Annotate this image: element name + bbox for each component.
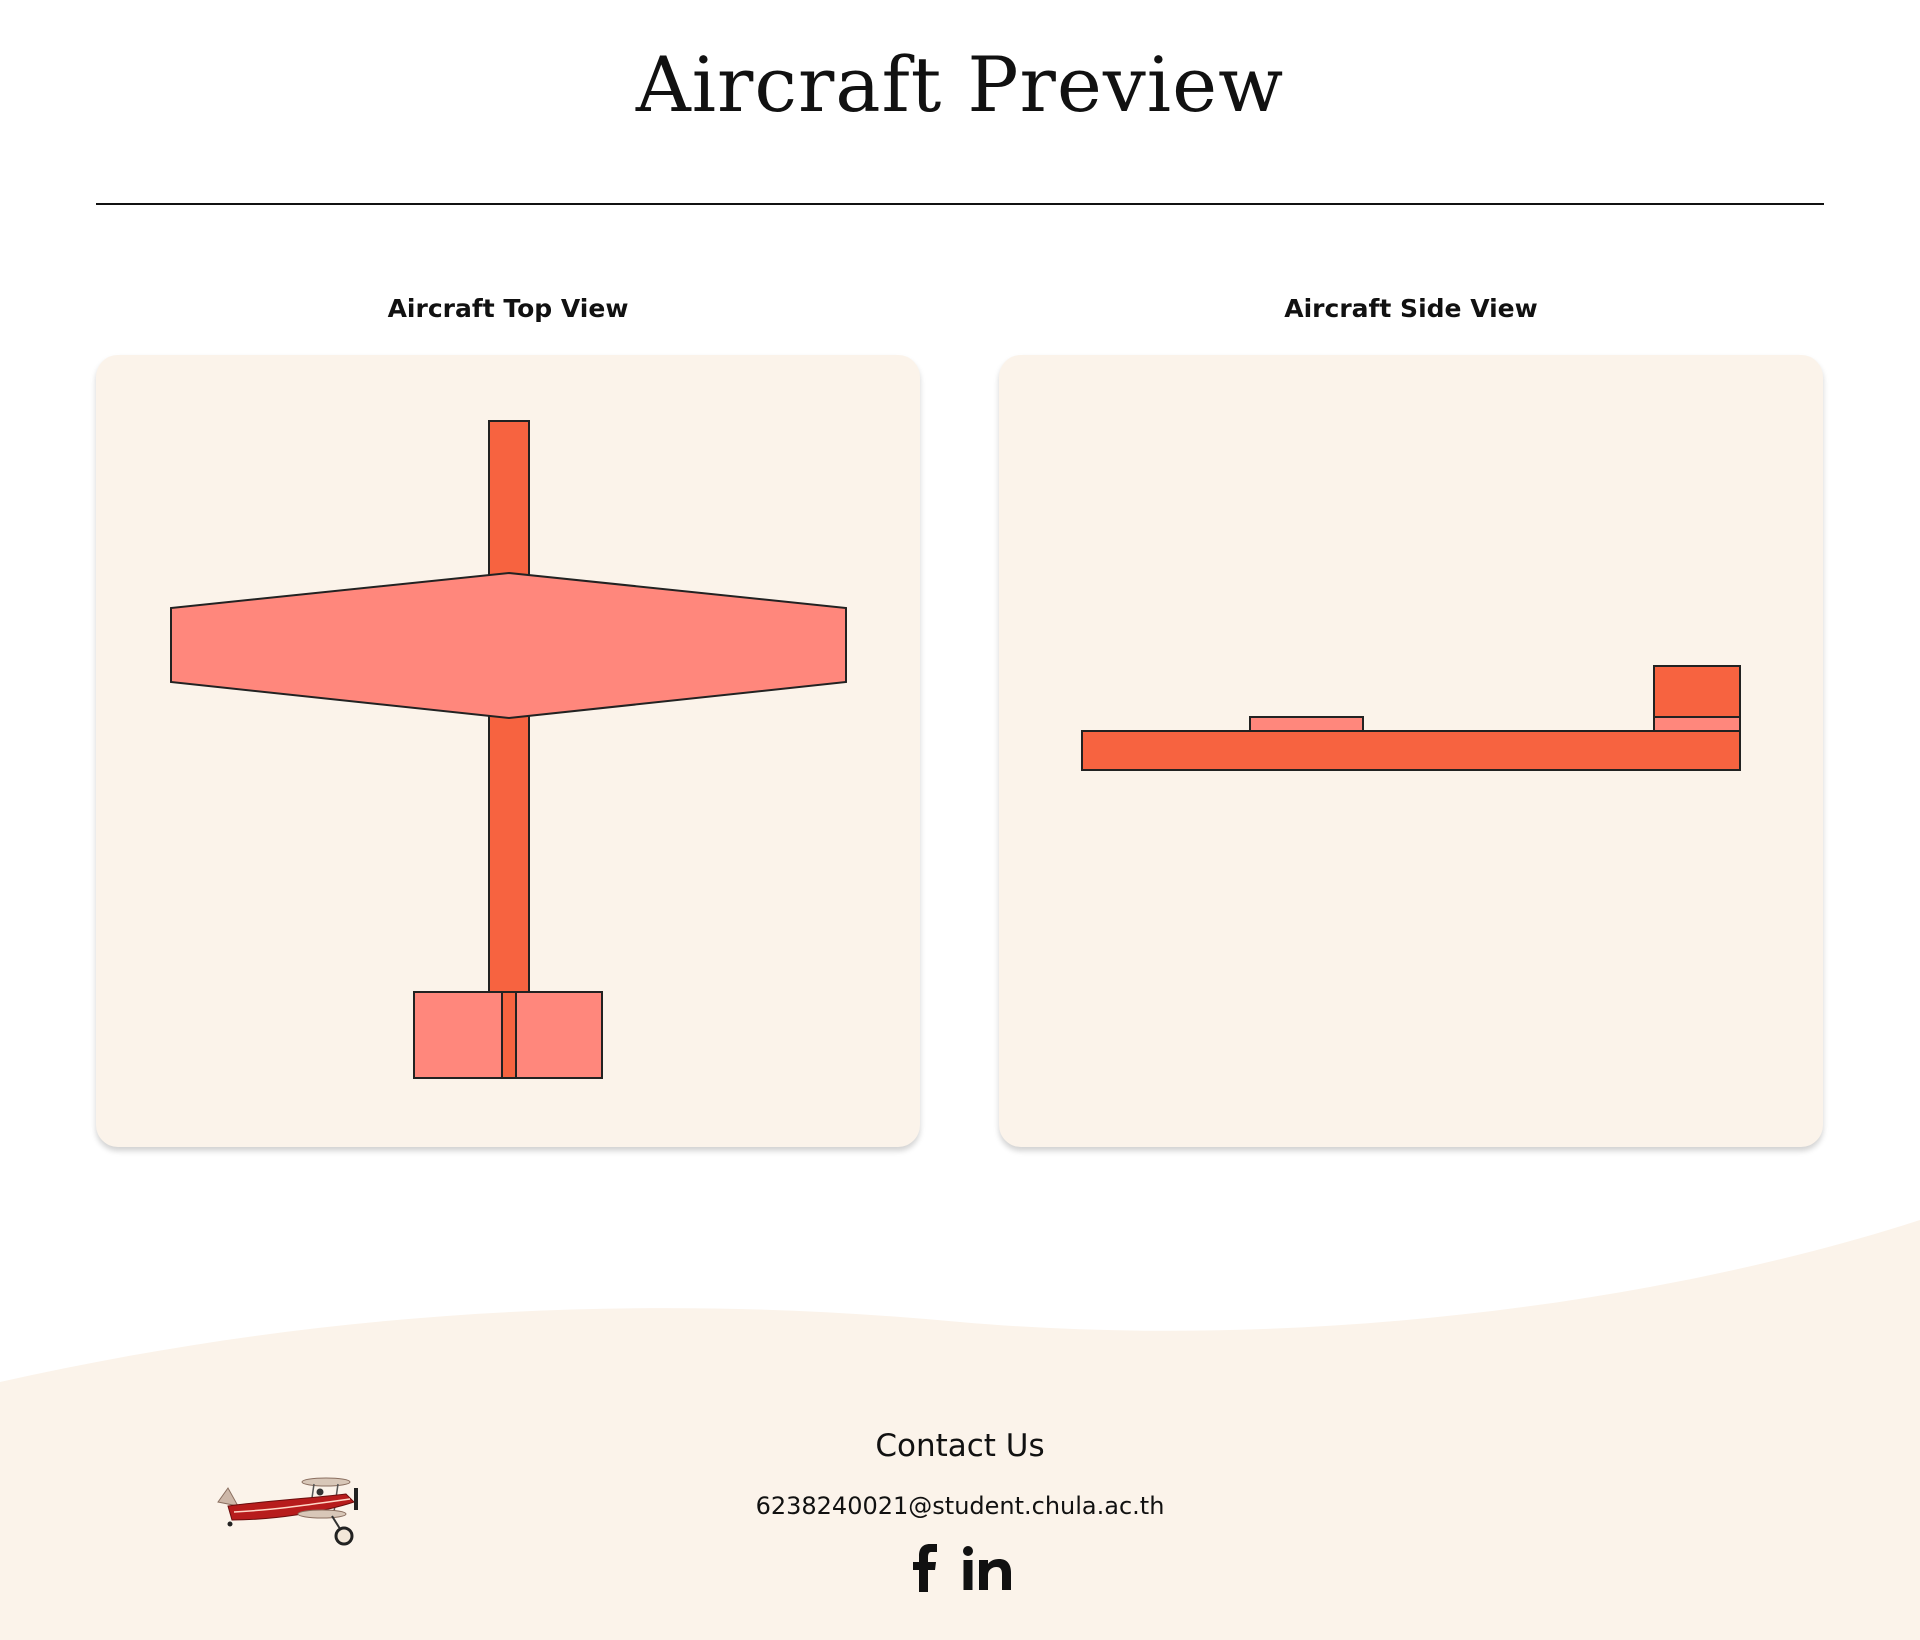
side-view-heading: Aircraft Side View	[1284, 294, 1538, 323]
top-view-drawing	[170, 420, 847, 1079]
page-title: Aircraft Preview	[635, 40, 1285, 129]
side-view-card	[999, 355, 1823, 1147]
top-view-card	[96, 355, 920, 1147]
contact-title: Contact Us	[875, 1428, 1045, 1464]
linkedin-link[interactable]	[962, 1546, 1012, 1595]
facebook-link[interactable]	[910, 1544, 942, 1597]
social-links	[910, 1544, 1012, 1597]
facebook-icon	[913, 1544, 937, 1592]
top-fuselage	[488, 420, 530, 1078]
top-view-heading: Aircraft Top View	[387, 294, 629, 323]
contact-email[interactable]: 6238240021@student.chula.ac.th	[0, 1492, 1920, 1520]
top-vertical-stabilizer	[501, 991, 517, 1079]
top-main-wing	[170, 571, 847, 720]
linkedin-icon	[963, 1546, 1011, 1590]
side-view-drawing	[1081, 665, 1741, 771]
title-divider	[96, 203, 1824, 205]
side-vertical-stabilizer	[1653, 665, 1741, 718]
side-fuselage	[1081, 730, 1741, 771]
side-main-wing	[1249, 716, 1364, 732]
side-horizontal-stabilizer	[1653, 716, 1741, 732]
